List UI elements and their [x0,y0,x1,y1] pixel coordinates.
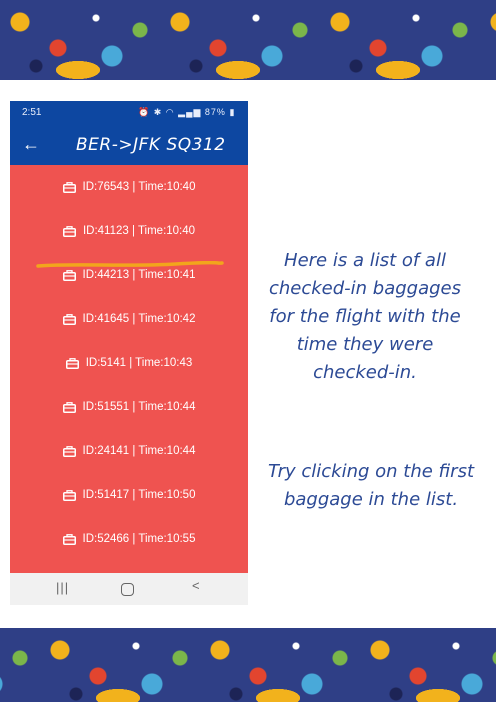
app-bar: ← BER->JFK SQ312 [10,125,248,165]
baggage-item-label: ID:51417 | Time:10:50 [82,489,196,501]
suitcase-icon [62,445,76,457]
baggage-list-item[interactable]: ID:41645 | Time:10:42 [10,297,248,341]
status-time: 2:51 [22,107,42,118]
recents-button[interactable]: ||| [56,580,69,595]
android-nav-bar: ||| < [10,573,248,605]
alarm-icon: ⏰ [138,107,151,117]
wifi-icon: ◠ [165,107,175,117]
baggage-list-item[interactable]: ID:5141 | Time:10:43 [10,341,248,385]
baggage-item-label: ID:44213 | Time:10:41 [82,269,196,281]
status-icons: ⏰ ✱ ◠ ▂▄▆ 87% ▮ [138,107,235,118]
baggage-list-item[interactable]: ID:24141 | Time:10:44 [10,429,248,473]
baggage-list-item[interactable]: ID:44213 | Time:10:41 [10,253,248,297]
baggage-item-label: ID:41645 | Time:10:42 [82,313,196,325]
suitcase-icon [62,269,76,281]
battery-percent: 87% [204,107,226,117]
suitcase-icon [65,357,79,369]
baggage-item-label: ID:51551 | Time:10:44 [82,401,196,413]
battery-icon: ▮ [229,107,236,117]
baggage-item-label: ID:5141 | Time:10:43 [85,357,193,369]
baggage-item-label: ID:41123 | Time:10:40 [82,225,196,237]
home-button[interactable] [121,583,134,596]
decorative-top-band [0,0,496,80]
suitcase-icon [62,225,76,237]
bluetooth-icon: ✱ [153,107,163,117]
baggage-list-item[interactable]: ID:76543 | Time:10:40 [10,165,248,209]
arrow-left-icon[interactable]: ← [22,133,42,155]
decorative-bottom-band [0,628,496,702]
nav-back-button[interactable]: < [192,578,200,593]
baggage-list-item[interactable]: ID:51417 | Time:10:50 [10,473,248,517]
suitcase-icon [62,401,76,413]
suitcase-icon [62,181,76,193]
suitcase-icon [62,313,76,325]
phone-screenshot: 2:51 ⏰ ✱ ◠ ▂▄▆ 87% ▮ ← BER->JFK SQ312 ID… [10,101,248,605]
baggage-item-label: ID:76543 | Time:10:40 [82,181,196,193]
status-bar: 2:51 ⏰ ✱ ◠ ▂▄▆ 87% ▮ [10,101,248,125]
baggage-list-item[interactable]: ID:52466 | Time:10:55 [10,517,248,561]
baggage-item-label: ID:24141 | Time:10:44 [82,445,196,457]
baggage-item-label: ID:52466 | Time:10:55 [82,533,196,545]
instruction-text-list: Here is a list of all checked-in baggage… [268,250,462,383]
flight-title: BER->JFK SQ312 [76,135,226,155]
instruction-text-click: Try clicking on the first baggage in the… [267,461,474,510]
signal-icon: ▂▄▆ [178,107,202,117]
suitcase-icon [62,533,76,545]
suitcase-icon [62,489,76,501]
baggage-list-item[interactable]: ID:51551 | Time:10:44 [10,385,248,429]
baggage-list-item[interactable]: ID:41123 | Time:10:40 [10,209,248,253]
